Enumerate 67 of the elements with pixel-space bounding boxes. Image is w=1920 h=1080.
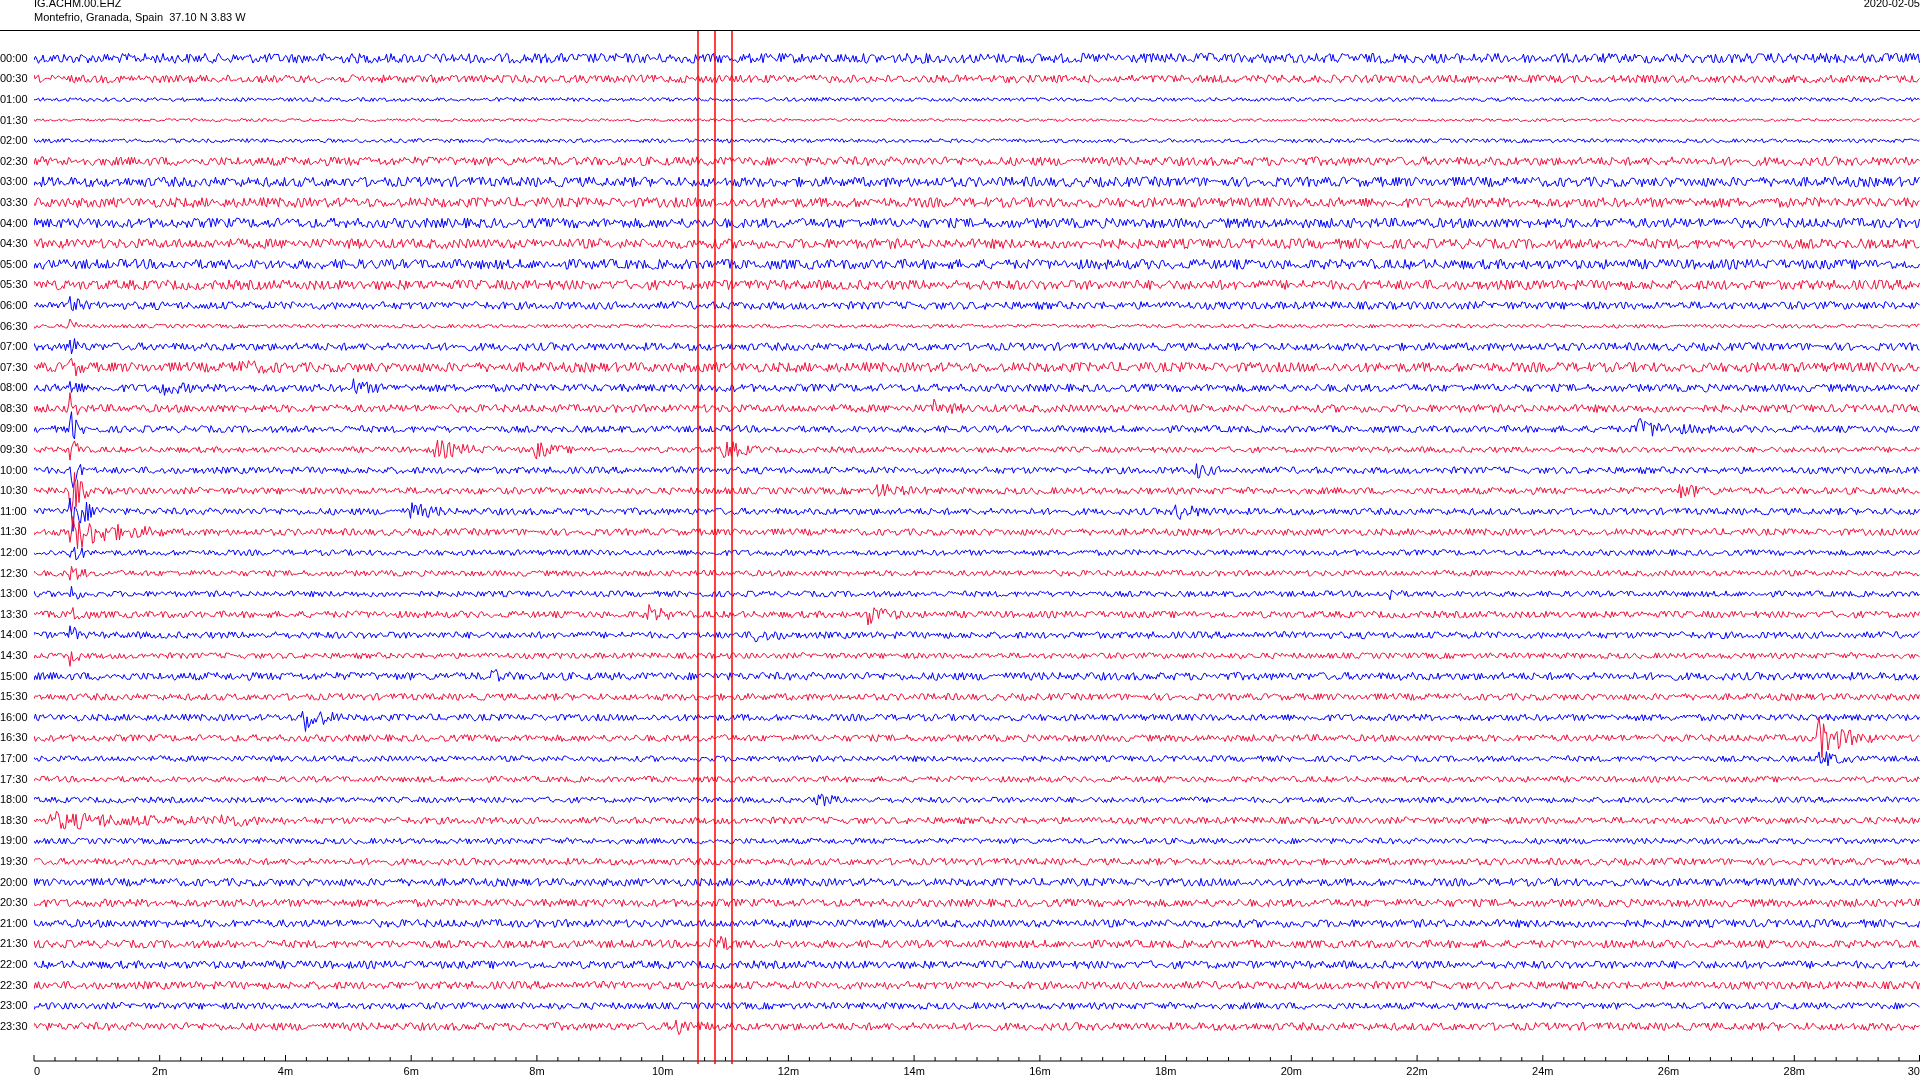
time-label: 22:30 [0, 977, 29, 993]
time-label: 12:30 [0, 565, 29, 581]
time-label: 13:30 [0, 606, 29, 622]
axis-label: 18m [1154, 1065, 1177, 1077]
time-label: 22:00 [0, 956, 29, 972]
time-label: 16:00 [0, 709, 29, 725]
station-code: IG.ACHM.00.EHZ [34, 0, 123, 10]
time-label: 15:00 [0, 668, 29, 684]
axis-label: 6m [403, 1065, 419, 1077]
time-label: 14:30 [0, 648, 29, 663]
time-label: 11:00 [0, 503, 28, 519]
time-label: 23:30 [0, 1018, 29, 1034]
time-label: 06:30 [0, 318, 29, 334]
time-label: 06:00 [0, 297, 29, 313]
time-label: 21:30 [0, 936, 29, 952]
time-label: 08:00 [0, 380, 29, 396]
time-label: 00:30 [0, 71, 29, 87]
time-label: 00:00 [0, 50, 29, 66]
axis-label: 20m [1280, 1065, 1303, 1077]
time-label: 03:00 [0, 174, 29, 190]
time-label: 13:00 [0, 586, 29, 602]
time-label: 04:00 [0, 215, 29, 231]
time-label: 08:30 [0, 400, 29, 416]
time-label: 07:00 [0, 339, 29, 355]
time-label: 20:00 [0, 874, 29, 890]
time-label: 03:30 [0, 194, 29, 210]
axis-label: 14m [903, 1065, 925, 1077]
time-label: 21:00 [0, 915, 29, 931]
time-label: 17:30 [0, 771, 29, 787]
axis-label: 28m [1783, 1065, 1805, 1077]
time-label: 02:30 [0, 153, 29, 169]
axis-label: 24m [1532, 1065, 1554, 1077]
time-label: 10:00 [0, 462, 29, 478]
time-label: 05:00 [0, 256, 29, 272]
axis-label: 8m [529, 1065, 545, 1077]
axis-label: 2m [152, 1065, 168, 1077]
time-label: 07:30 [0, 359, 29, 375]
axis-label: 30 [1907, 1065, 1920, 1077]
axis-label: 22m [1406, 1065, 1428, 1077]
time-label: 12:00 [0, 545, 29, 561]
time-label: 14:00 [0, 627, 29, 643]
time-label: 23:00 [0, 998, 29, 1014]
time-label: 09:00 [0, 421, 29, 437]
plot-date: 2020-02-05 [1863, 0, 1920, 11]
time-label: 01:30 [0, 112, 29, 128]
time-label: 05:30 [0, 277, 29, 293]
time-label: 15:30 [0, 689, 29, 705]
time-label: 11:30 [0, 524, 28, 540]
station-location: Montefrio, Granada, Spain 37.10 N 3.83 W [34, 11, 246, 24]
time-label: 04:30 [0, 236, 29, 252]
axis-label: 0 [34, 1065, 41, 1077]
axis-label: 26m [1657, 1065, 1680, 1077]
time-label: 02:00 [0, 133, 29, 149]
time-label: 19:00 [0, 833, 29, 849]
time-label: 20:30 [0, 895, 29, 911]
time-label: 19:30 [0, 853, 29, 869]
time-label: 01:00 [0, 92, 29, 107]
axis-label: 12m [777, 1065, 800, 1077]
axis-label: 10m [651, 1065, 674, 1077]
time-label: 16:30 [0, 730, 29, 746]
time-label: 18:30 [0, 812, 29, 828]
axis-label: 16m [1029, 1065, 1051, 1077]
axis-label: 4m [277, 1065, 294, 1077]
time-label: 10:30 [0, 483, 29, 499]
time-label: 09:30 [0, 442, 29, 458]
time-label: 18:00 [0, 792, 29, 808]
time-label: 17:00 [0, 751, 29, 766]
